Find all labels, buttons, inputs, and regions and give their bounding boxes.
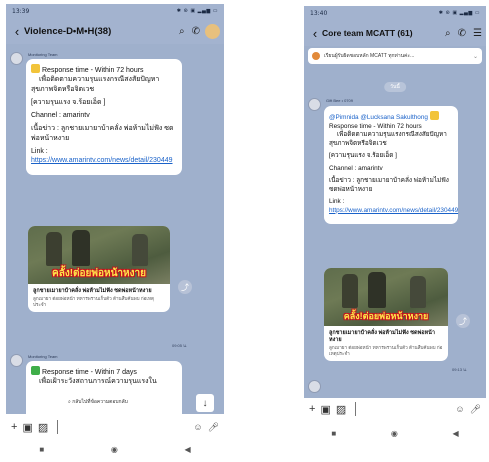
response-time-line: Response time - Within 7 days [42,369,137,376]
search-icon[interactable]: ⌕ [445,28,451,39]
sender-name: Monitoring Team [28,52,58,57]
link-label: Link : [31,148,48,156]
date-separator: วันนี้ [384,82,406,92]
back-arrow-icon[interactable]: ‹ [10,24,24,39]
android-nav-bar: ■ ◉ ◀ [6,440,224,458]
image-icon[interactable]: ▨ [336,403,346,416]
preview-title: ลูกชายเมายาบ้าคลั่ง พ่อห้ามไม่ฟัง ซดพ่อห… [33,288,152,294]
yellow-square-icon [31,64,40,73]
home-icon[interactable]: ◉ [111,445,118,454]
search-icon[interactable]: ⌕ [179,26,185,37]
chat-title: Violence-D•M•H(38) [24,25,112,37]
chevron-down-icon[interactable]: ⌄ [473,53,478,60]
screenshot-canvas: 13:39 ✱ ⊛ ▣ ▂▄▆ ▭ ‹ Violence-D•M•H(38) ⌕… [0,0,489,462]
input-bar: + ▣ ▨ ☺ 🎤︎ [6,414,224,440]
severity-line: [ความรุนแรง จ.ร้อยเอ็ด ] [31,98,106,106]
yellow-square-icon [429,111,439,120]
status-time: 13:39 [12,7,30,15]
plus-icon[interactable]: + [11,421,17,433]
link-preview-card[interactable]: คลั้ง!ต่อยพ่อหน้าหงาย ลูกชายเมายาบ้าคลั่… [28,226,170,313]
status-icons: ✱ ⊛ ▣ ▂▄▆ ▭ [438,10,480,16]
preview-description: ลูกเมายา ต่อยพ่อหน้า ทหารพรานเก็บตัว ต้า… [33,296,154,308]
news-line: เนื้อข่าว : ลูกชายเมายาบ้าคลั่ง พ่อห้ามไ… [329,177,449,193]
status-bar: 13:40 ✱ ⊛ ▣ ▂▄▆ ▭ [304,6,486,20]
response-time-line: Response time - Within 72 hours [329,122,422,130]
back-icon[interactable]: ◀ [453,429,459,438]
news-link[interactable]: https://www.amarintv.com/news/detail/230… [31,157,173,164]
message-bubble[interactable]: Response time - Within 7 days เพื่อเฝ้าระ… [26,361,182,421]
link-preview-card[interactable]: คลั้ง!ต่อยพ่อหน้าหงาย ลูกชายเมายาบ้าคลั่… [324,268,448,362]
purpose-line: เพื่อติดตามความรุนแรงกรณีสงสัยปัญหาสุขภา… [31,76,160,93]
home-icon[interactable]: ◉ [391,429,398,438]
message-input[interactable] [355,402,450,416]
image-icon[interactable]: ▨ [38,421,48,434]
news-line: เนื้อข่าว : ลูกชายเมายาบ้าคลั่ง พ่อห้ามไ… [31,125,174,142]
emoji-icon[interactable]: ☺ [455,404,464,414]
mention[interactable]: @Lucksana Sakulthong [360,114,428,121]
chat-area[interactable]: เรียนผู้รับผิดชอบหลัก MCATT ทุกท่านค่ะ..… [304,46,486,398]
preview-image: คลั้ง!ต่อยพ่อหน้าหงาย [28,226,170,284]
response-time-line: Response time - Within 72 hours [42,67,144,74]
message-time: 09:05 น. [172,343,187,348]
preview-description: ลูกเมายา ต่อยพ่อหน้า ทหารพรานเก็บตัว ต้า… [329,345,443,357]
chat-title: Core team MCATT (61) [322,28,413,38]
right-phone: 13:40 ✱ ⊛ ▣ ▂▄▆ ▭ ‹ Core team MCATT (61)… [304,6,486,446]
recent-apps-icon[interactable]: ■ [331,429,336,438]
status-bar: 13:39 ✱ ⊛ ▣ ▂▄▆ ▭ [6,4,224,18]
preview-title: ลูกชายเมายาบ้าคลั่ง พ่อห้ามไม่ฟัง ซดพ่อห… [329,330,435,344]
chat-area[interactable]: Monitoring Team Response time - Within 7… [6,44,224,421]
input-bar: + ▣ ▨ ☺ 🎤︎ [304,398,486,420]
back-arrow-icon[interactable]: ‹ [308,26,322,41]
left-phone: 13:39 ✱ ⊛ ▣ ▂▄▆ ▭ ‹ Violence-D•M•H(38) ⌕… [6,4,224,458]
chat-header: ‹ Violence-D•M•H(38) ⌕ ✆ [6,18,224,44]
recent-apps-icon[interactable]: ■ [39,445,44,454]
purpose-line: เพื่อเฝ้าระวังสถานการณ์ความรุนแรงใน [39,378,157,386]
announcement-icon [312,52,320,60]
camera-icon[interactable]: ▣ [320,403,330,416]
phone-icon[interactable]: ✆ [192,26,200,37]
arrow-down-icon: ↓ [202,397,208,409]
share-icon[interactable]: ⤴ [456,314,470,328]
back-icon[interactable]: ◀ [185,445,191,454]
share-icon[interactable]: ⤴ [178,280,192,294]
purpose-line: เพื่อติดตามความรุนแรงกรณีสงสัยปัญหาสุขภา… [329,131,447,147]
channel-line: Channel : amarintv [329,164,383,172]
message-input[interactable] [57,420,188,434]
jump-label: กลับไปที่ข้อความตอบกลับ [72,399,128,405]
message-bubble[interactable]: Response time - Within 72 hours เพื่อติดต… [26,59,182,175]
mention[interactable]: @Pimnida [329,114,359,121]
green-square-icon [31,366,40,375]
severity-line: [ความรุนแรง จ.ร้อยเอ็ด ] [329,152,397,160]
preview-image-caption: คลั้ง!ต่อยพ่อหน้าหงาย [343,311,429,321]
emoji-icon[interactable]: ☺ [193,422,202,432]
channel-line: Channel : amarintv [31,112,90,120]
phone-icon[interactable]: ✆ [458,28,466,39]
microphone-icon[interactable]: 🎤︎ [208,422,219,433]
status-time: 13:40 [310,9,328,17]
plus-icon[interactable]: + [309,403,315,415]
chat-header: ‹ Core team MCATT (61) ⌕ ✆ ☰ [304,20,486,46]
avatar[interactable] [10,52,23,65]
sender-name: Monitoring Team [28,354,58,359]
avatar[interactable] [308,380,321,393]
profile-avatar-icon[interactable] [205,23,220,39]
announcement-text: เรียนผู้รับผิดชอบหลัก MCATT ทุกท่านค่ะ..… [324,53,415,59]
announcement-banner[interactable]: เรียนผู้รับผิดชอบหลัก MCATT ทุกท่านค่ะ..… [308,48,482,64]
preview-image-caption: คลั้ง!ต่อยพ่อหน้าหงาย [52,268,146,279]
camera-icon[interactable]: ▣ [22,421,32,434]
status-icons: ✱ ⊛ ▣ ▂▄▆ ▭ [176,8,218,14]
message-bubble[interactable]: @Pimnida @Lucksana Sakulthong Response t… [324,106,458,225]
android-nav-bar: ■ ◉ ◀ [304,420,486,446]
jump-to-reply-button[interactable]: ⌕ กลับไปที่ข้อความตอบกลับ [62,396,134,408]
news-link[interactable]: https://www.amarintv.com/news/detail/230… [329,207,458,214]
avatar[interactable] [308,98,321,111]
link-label: Link : [329,198,345,206]
avatar[interactable] [10,354,23,367]
microphone-icon[interactable]: 🎤︎ [470,404,481,415]
preview-image: คลั้ง!ต่อยพ่อหน้าหงาย [324,268,448,326]
message-time: 09:13 น. [452,367,467,372]
sender-name: Gift Bee • 0709 [326,98,353,103]
menu-icon[interactable]: ☰ [473,28,482,39]
scroll-down-button[interactable]: ↓ [196,394,214,412]
